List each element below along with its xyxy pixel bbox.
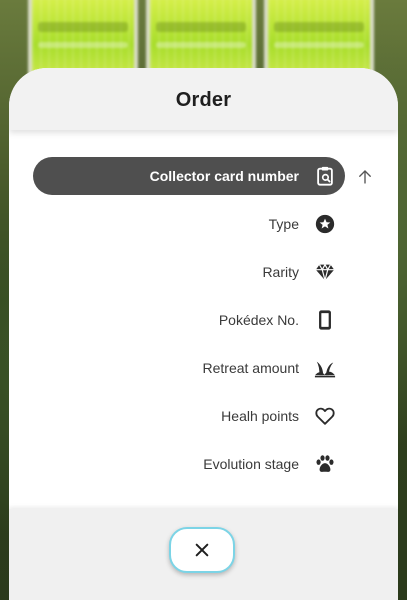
sort-option-label: Evolution stage [203, 456, 299, 472]
sort-option-pokedex-number[interactable]: Pokédex No. [33, 301, 345, 339]
sort-option-retreat-amount[interactable]: Retreat amount [33, 349, 345, 387]
sort-option-label: Rarity [262, 264, 299, 280]
grass-icon [313, 356, 337, 380]
sort-option-health-points[interactable]: Healh points [33, 397, 345, 435]
sort-option-label: Type [268, 216, 299, 232]
sort-option-label: Retreat amount [202, 360, 300, 376]
heart-icon [313, 404, 337, 428]
sort-order-sheet: Order Collector card number Type Rarity [9, 68, 398, 600]
sort-option-label: Pokédex No. [218, 312, 299, 328]
star-badge-icon [313, 212, 337, 236]
sort-option-evolution-stage[interactable]: Evolution stage [33, 445, 345, 483]
sheet-title: Order [175, 88, 232, 111]
diamond-icon [313, 260, 337, 284]
sheet-footer [9, 509, 398, 600]
close-icon [194, 542, 210, 558]
sheet-header: Order [9, 68, 398, 130]
sort-option-label: Collector card number [149, 168, 299, 184]
arrow-up-icon [356, 168, 374, 186]
sort-direction-toggle[interactable] [354, 166, 376, 188]
close-button[interactable] [169, 527, 235, 573]
sort-option-label: Healh points [221, 408, 299, 424]
sort-option-collector-card-number[interactable]: Collector card number [33, 157, 345, 195]
phone-icon [313, 308, 337, 332]
sort-option-rarity[interactable]: Rarity [33, 253, 345, 291]
clipboard-search-icon [313, 164, 337, 188]
sort-option-type[interactable]: Type [33, 205, 345, 243]
paw-icon [313, 452, 337, 476]
